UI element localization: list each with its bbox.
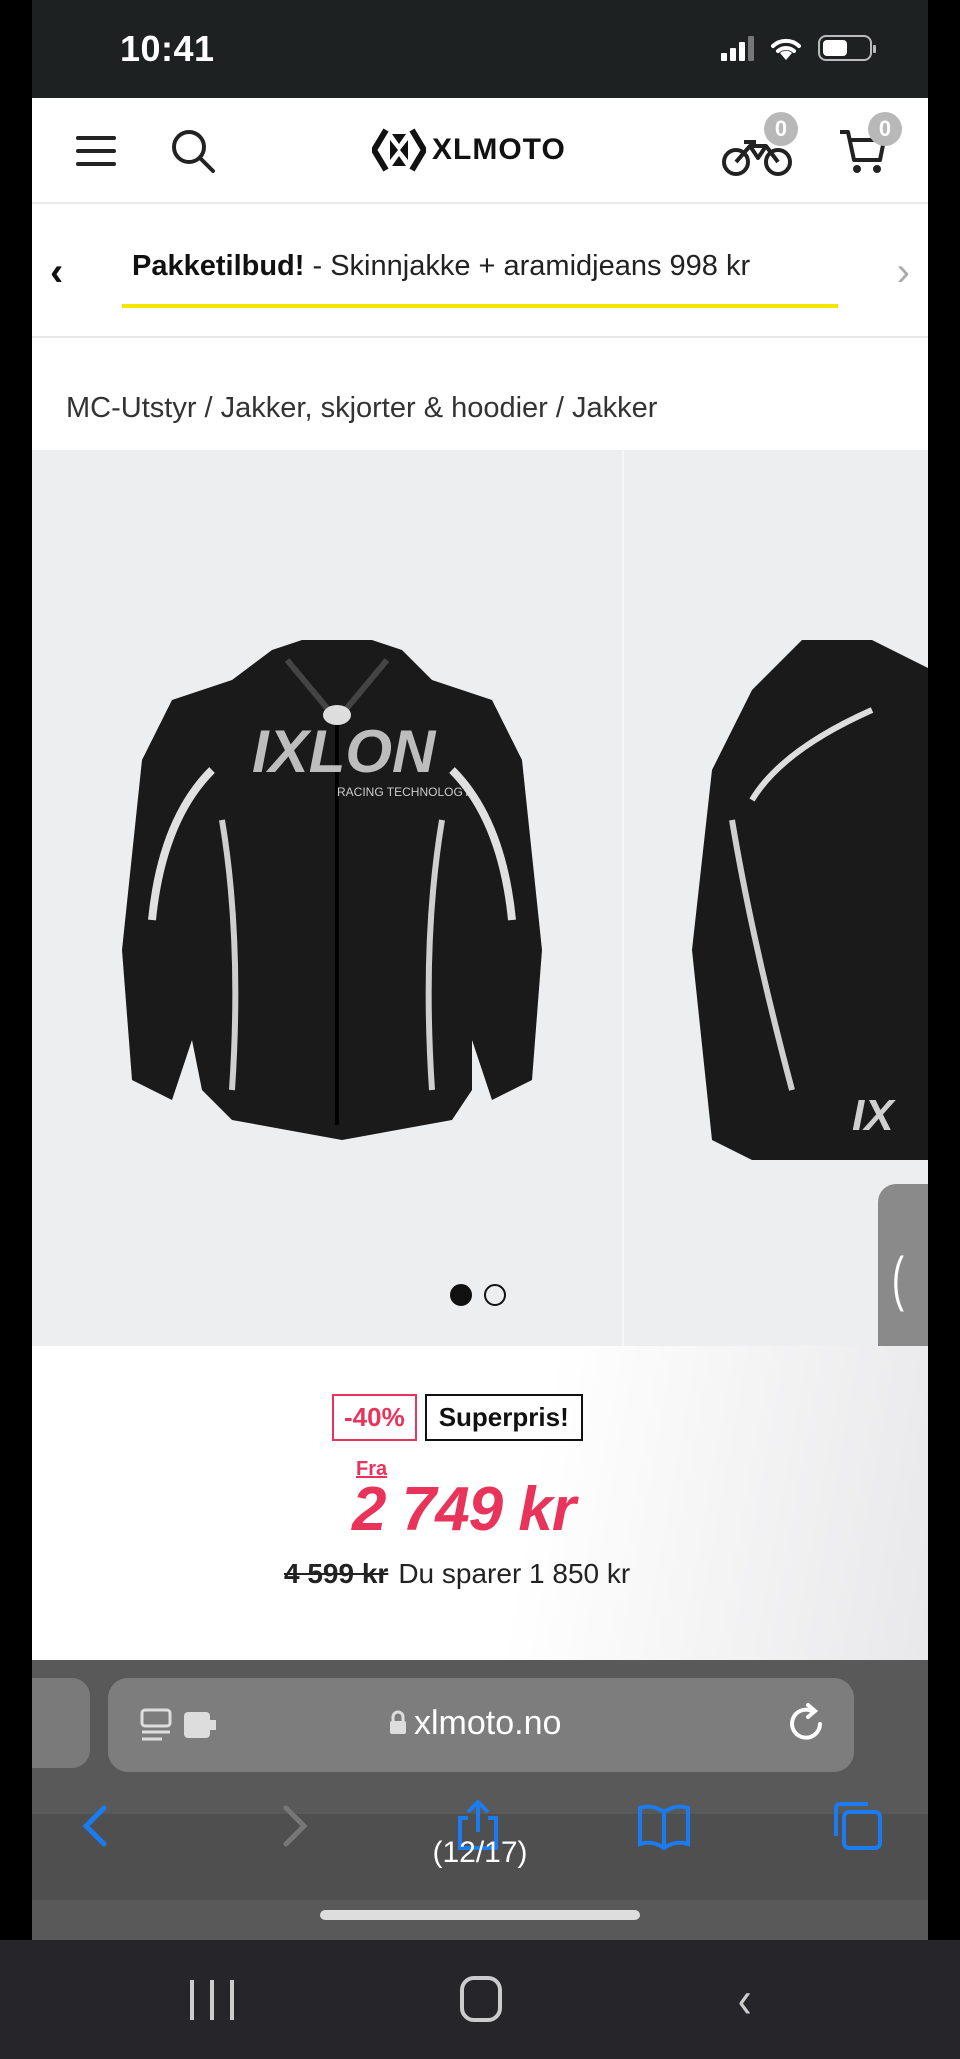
gallery-divider (622, 450, 624, 1346)
promo-underline (122, 304, 838, 308)
promo-banner[interactable]: ‹ Pakketilbud! - Skinnjakke + aramidjean… (32, 206, 928, 338)
old-price-line: 4 599 kr Du sparer 1 850 kr (284, 1558, 630, 1590)
promo-prev-chevron-icon[interactable]: ‹ (50, 250, 63, 295)
current-price: 2 749 kr (352, 1475, 576, 1544)
status-time: 10:41 (120, 28, 215, 69)
promo-text: - Skinnjakke + aramidjeans 998 kr (304, 250, 751, 282)
url-value: xlmoto.no (414, 1704, 562, 1742)
discount-badge: -40% (332, 1394, 417, 1441)
recent-apps-icon[interactable] (190, 1980, 234, 2020)
url-text[interactable]: xlmoto.no (388, 1704, 561, 1743)
old-price: 4 599 kr (284, 1558, 389, 1589)
promo-next-chevron-icon[interactable]: › (897, 250, 910, 295)
garage-count-badge: 0 (764, 112, 798, 146)
system-back-icon[interactable]: ‹ (738, 1970, 752, 2030)
xlmoto-logo[interactable]: XLMOTO (372, 126, 566, 174)
phone-screen: 10:41 XLMOTO 0 0 ‹ Pakketilbud! - Skinnj… (32, 0, 928, 1940)
chevron-left-icon: ( (891, 1245, 904, 1312)
battery-icon (818, 35, 876, 61)
menu-icon[interactable] (76, 136, 116, 166)
reload-icon[interactable] (784, 1702, 828, 1746)
logo-mark-icon (372, 128, 426, 172)
site-header: XLMOTO 0 0 (32, 98, 928, 204)
status-icons (721, 34, 876, 62)
promo-bold: Pakketilbud! (132, 250, 305, 282)
price-section: -40% Superpris! Fra 2 749 kr 4 599 kr Du … (32, 1346, 928, 1660)
home-icon[interactable] (460, 1976, 502, 2022)
status-bar: 10:41 (32, 0, 928, 98)
lock-icon (390, 1710, 406, 1734)
gallery-dot-1[interactable] (450, 1284, 472, 1306)
search-icon[interactable] (170, 128, 216, 174)
price-tags: -40% Superpris! (332, 1394, 583, 1441)
svg-text:IX: IX (852, 1091, 896, 1140)
superpris-badge: Superpris! (424, 1394, 583, 1441)
jacket-front-image[interactable]: IXLON RACING TECHNOLOGY (72, 620, 592, 1160)
system-nav-bar: ‹ (0, 1940, 960, 2059)
signal-icon (721, 35, 754, 61)
savings-text: Du sparer 1 850 kr (398, 1558, 631, 1589)
home-indicator[interactable] (320, 1910, 640, 1920)
wifi-icon (771, 38, 801, 60)
cart-count-badge: 0 (868, 112, 902, 146)
page-counter: (12/17) (432, 1836, 528, 1869)
product-gallery[interactable]: IXLON RACING TECHNOLOGY IX (32, 450, 928, 1346)
reader-mode-icon[interactable] (140, 1706, 220, 1744)
breadcrumb[interactable]: MC-Utstyr / Jakker, skjorter & hoodier /… (66, 392, 657, 425)
address-bar[interactable]: xlmoto.no (108, 1678, 854, 1772)
gallery-dot-2[interactable] (484, 1284, 506, 1306)
previous-tab-preview[interactable] (32, 1678, 90, 1768)
promo-message[interactable]: Pakketilbud! - Skinnjakke + aramidjeans … (132, 250, 750, 283)
logo-text: XLMOTO (432, 133, 566, 166)
svg-text:IXLON: IXLON (252, 718, 437, 785)
gallery-pagination (450, 1284, 506, 1306)
svg-text:RACING TECHNOLOGY: RACING TECHNOLOGY (337, 785, 471, 799)
jacket-side-image[interactable]: IX (672, 620, 928, 1160)
browser-chrome: xlmoto.no (12/17) (32, 1660, 928, 1940)
